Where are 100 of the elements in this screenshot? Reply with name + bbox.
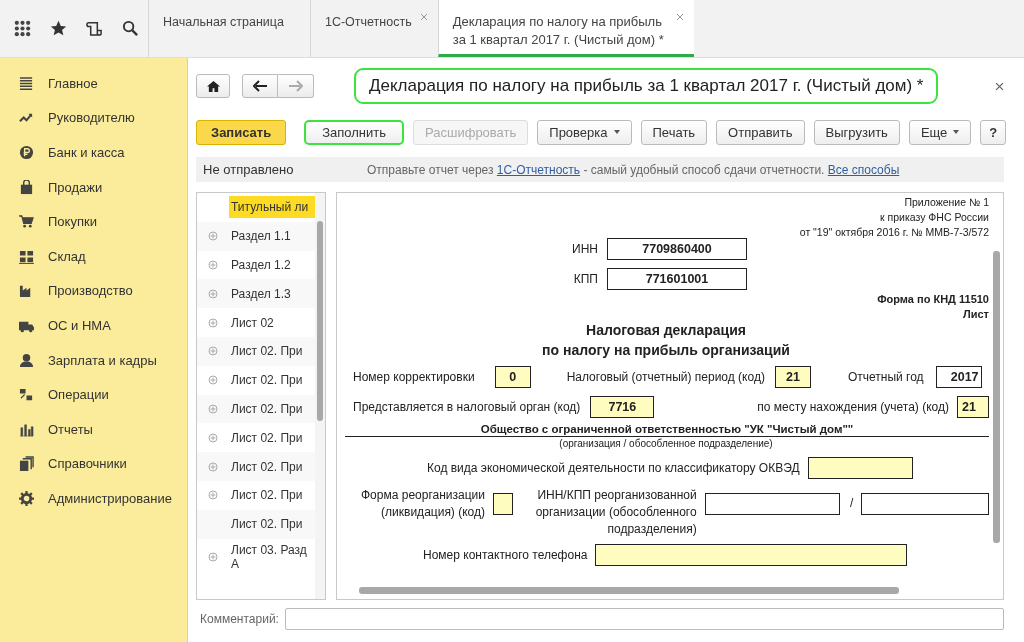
scrollbar[interactable] [315, 193, 325, 599]
year-field[interactable]: 2017 [935, 366, 982, 388]
search-icon[interactable] [121, 20, 139, 37]
tree-item[interactable]: Лист 02 [197, 311, 315, 334]
note-text: Приложение № 1 [904, 195, 989, 210]
tab[interactable]: 1С-Отчетность [309, 0, 438, 57]
location-field[interactable]: 21 [957, 396, 989, 418]
settings-icon [19, 490, 34, 506]
organization-name: Общество с ограниченной ответственностью "УК "Чистый дом"" [345, 423, 989, 437]
books-icon [19, 456, 34, 472]
expand-icon[interactable] [208, 231, 218, 242]
tab[interactable]: Декларация по налогу на прибыль за 1 квартал 2017 г. (Чистый дом) * [437, 0, 694, 57]
sidebar-item[interactable]: Покупки [48, 214, 97, 230]
bar-chart-icon [19, 421, 34, 437]
history-icon[interactable] [85, 20, 103, 37]
field-label: Номер контактного телефона [423, 548, 588, 562]
field-label: ИНН/КПП реорганизованной организации (обособленного подразделения) [534, 487, 697, 538]
star-icon[interactable] [49, 20, 67, 37]
form-code-text: Форма по КНД 11510 [877, 292, 989, 307]
status-text: Не отправлено [203, 162, 295, 177]
save-button[interactable]: Записать [196, 119, 287, 145]
help-button[interactable]: ? [980, 119, 1007, 145]
comment-label: Комментарий: [200, 612, 279, 626]
expand-icon[interactable] [208, 551, 218, 562]
comment-field[interactable] [284, 608, 1004, 630]
bag-icon [19, 179, 34, 195]
period-field[interactable]: 21 [774, 366, 811, 388]
expand-icon[interactable] [208, 403, 218, 414]
field-label: по месту нахождения (учета) (код) [757, 400, 949, 414]
sidebar-item[interactable]: ОС и НМА [48, 317, 111, 333]
sidebar-item[interactable]: Зарплата и кадры [48, 352, 157, 368]
document-title: по налогу на прибыль организаций [541, 341, 791, 360]
tree-item[interactable]: Лист 03. Разд А [197, 538, 315, 575]
sidebar-item[interactable]: Операции [48, 387, 109, 403]
field-label: ИНН [571, 242, 598, 256]
field-label: Налоговый (отчетный) период (код) [566, 370, 765, 384]
sidebar-item[interactable]: Отчеты [48, 421, 93, 437]
arrow-right-icon [288, 80, 303, 92]
reorganized-kpp-field[interactable] [861, 493, 989, 515]
cart-icon [19, 214, 34, 230]
expand-icon[interactable] [208, 375, 218, 386]
grid-icon [19, 248, 34, 264]
tree-item[interactable]: Лист 02. При [197, 484, 315, 507]
correction-field[interactable]: 0 [494, 366, 531, 388]
document-title: Налоговая декларация [585, 321, 747, 340]
sidebar-item[interactable]: Руководителю [48, 110, 135, 126]
blocks-icon [19, 387, 34, 403]
dropdown-button[interactable]: Проверка [537, 119, 632, 145]
person-icon [19, 352, 34, 368]
arrow-left-icon [253, 80, 267, 92]
sidebar-item[interactable]: Банк и касса [48, 145, 125, 160]
field-label: Форма реорганизации (ликвидация) (код) [360, 487, 485, 521]
sidebar-item[interactable]: Справочники [48, 456, 127, 472]
okved-field[interactable] [807, 457, 913, 479]
toolbar-button[interactable]: Печать [640, 119, 708, 145]
separator-text: / [850, 496, 854, 510]
sidebar-item[interactable]: Продажи [48, 179, 103, 195]
expand-icon[interactable] [208, 461, 218, 472]
toolbar-button[interactable]: Выгрузить [813, 119, 900, 145]
field-label: Отчетный год [847, 370, 924, 384]
expand-icon[interactable] [208, 490, 218, 501]
inn-field[interactable]: 7709860400 [607, 238, 747, 260]
kpp-field[interactable]: 771601001 [607, 268, 747, 290]
tree-item[interactable]: Раздел 1.2 [197, 254, 315, 276]
expand-icon[interactable] [208, 317, 218, 328]
dropdown-button[interactable]: Еще [908, 119, 972, 145]
close-icon[interactable] [675, 13, 684, 21]
sidebar-item[interactable]: Производство [48, 283, 133, 299]
toolbar-button[interactable]: Заполнить [304, 119, 405, 145]
close-icon[interactable] [419, 13, 428, 21]
sidebar-item[interactable]: Склад [48, 248, 86, 264]
expand-icon[interactable] [208, 288, 218, 299]
back-button[interactable] [242, 74, 278, 98]
tab[interactable]: Начальная страница [148, 0, 310, 57]
reorganized-inn-field[interactable] [704, 493, 841, 515]
home-icon [206, 79, 220, 93]
tax-authority-field[interactable]: 7716 [590, 396, 655, 418]
apps-menu-icon[interactable] [13, 20, 31, 37]
reorganization-field[interactable] [493, 493, 513, 515]
expand-icon[interactable] [208, 260, 218, 270]
link[interactable]: 1С-Отчетность [496, 162, 581, 177]
field-label: Номер корректировки [353, 370, 475, 384]
field-label: Код вида экономической деятельности по классификатору ОКВЭД [427, 461, 800, 475]
tree-item[interactable]: Лист 02. При [197, 426, 315, 449]
close-icon[interactable] [995, 81, 1004, 91]
sidebar-item[interactable]: Администрирование [48, 490, 172, 506]
list-icon [19, 75, 34, 91]
expand-icon[interactable] [208, 432, 218, 443]
form-code-text: Лист [963, 307, 989, 322]
link[interactable]: Все способы [827, 162, 900, 177]
field-label: КПП [572, 272, 598, 286]
expand-icon[interactable] [208, 346, 218, 357]
field-caption: (организация / обособленное подразделение) [558, 438, 774, 449]
tree-item[interactable]: Лист 02. При [197, 369, 315, 392]
sidebar-item[interactable]: Главное [48, 75, 98, 91]
status-message: Отправьте отчет через 1С-Отчетность - самый удобный способ сдачи отчетности. Все способы [367, 162, 900, 177]
toolbar-button[interactable]: Отправить [716, 119, 805, 145]
phone-field[interactable] [595, 544, 908, 566]
home-button[interactable] [196, 74, 230, 98]
form-title: Декларация по налогу на прибыль за 1 квартал 2017 г. (Чистый дом) * [354, 68, 939, 104]
